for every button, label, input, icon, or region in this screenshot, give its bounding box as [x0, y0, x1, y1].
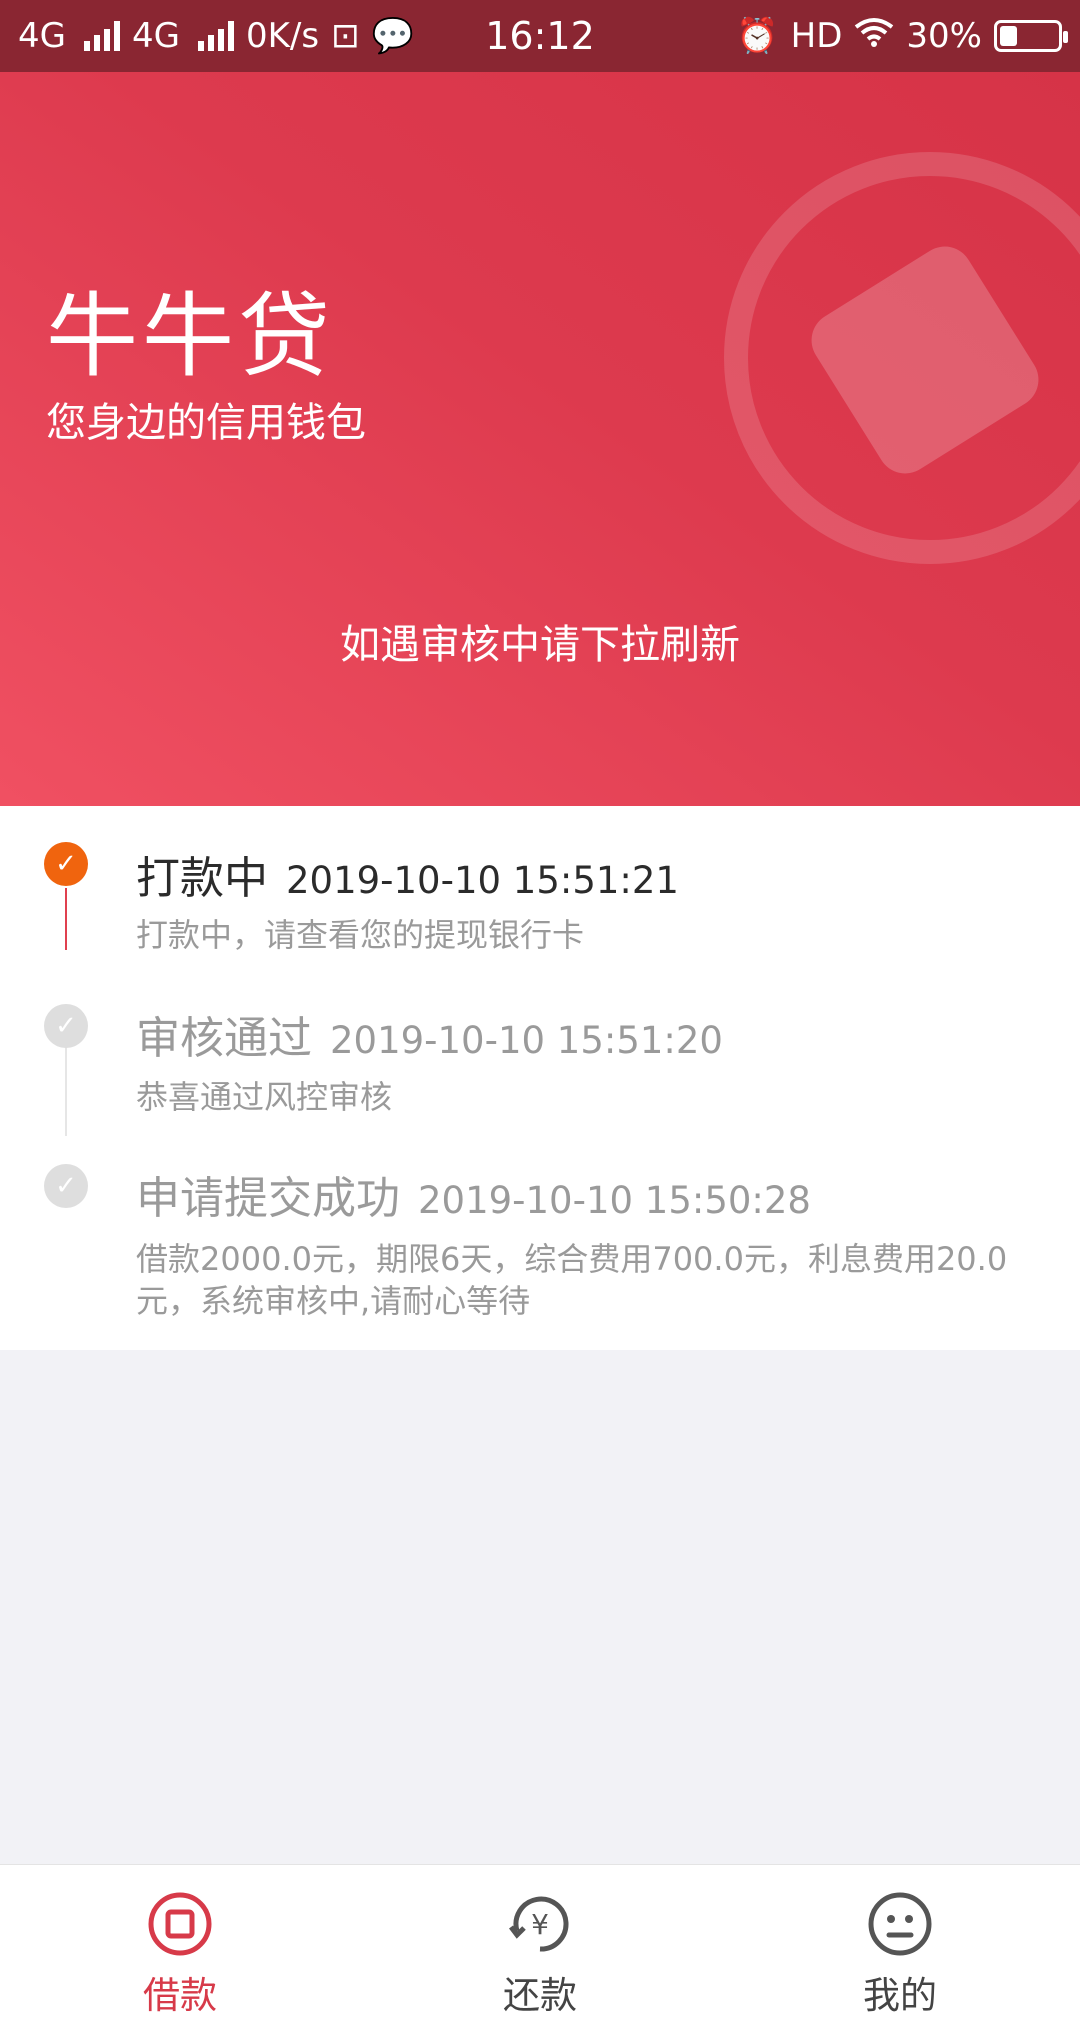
alarm-icon: ⏰: [736, 16, 779, 56]
loan-status-timeline: ✓ 打款中 2019-10-10 15:51:21 打款中，请查看您的提现银行卡…: [0, 806, 1080, 1350]
signal-icon: [83, 21, 120, 51]
profile-face-icon: [868, 1892, 932, 1956]
timeline-connector-active: [65, 888, 67, 950]
brand-title: 牛牛贷: [46, 283, 335, 390]
svg-text:¥: ¥: [531, 1908, 549, 1941]
bottom-nav: 借款 ¥ 还款 我的: [0, 1864, 1080, 2034]
step-desc: 借款2000.0元，期限6天，综合费用700.0元，利息费用20.0元，系统审核…: [136, 1240, 1008, 1320]
step-time: 2019-10-10 15:51:21: [286, 859, 679, 902]
step-time: 2019-10-10 15:51:20: [330, 1019, 723, 1062]
network-type-1: 4G: [18, 16, 66, 56]
nav-item-loan[interactable]: 借款: [0, 1865, 360, 2034]
nav-item-repay[interactable]: ¥ 还款: [360, 1865, 720, 2034]
repay-yen-icon: ¥: [509, 1896, 569, 1952]
status-bar: 4G 4G 0K/s ⊡ 💬 16:12 ⏰ HD 30%: [0, 0, 1080, 72]
loan-icon: [148, 1892, 212, 1956]
signal-icon-2: [197, 21, 234, 51]
step-desc: 恭喜通过风控审核: [136, 1078, 393, 1116]
status-left: 4G 4G 0K/s ⊡ 💬: [18, 16, 414, 56]
nav-label-mine: 我的: [863, 1974, 937, 2017]
step-desc: 打款中，请查看您的提现银行卡: [136, 916, 585, 954]
step-title: 申请提交成功: [136, 1173, 400, 1224]
step-title: 打款中: [136, 853, 268, 904]
network-speed: 0K/s: [245, 16, 320, 56]
battery-fill: [1000, 26, 1017, 46]
check-icon: ✓: [44, 1004, 88, 1048]
nav-item-mine[interactable]: 我的: [720, 1865, 1080, 2034]
nav-label-repay: 还款: [503, 1974, 577, 2017]
check-icon: ✓: [44, 1164, 88, 1208]
timeline-step-2: 审核通过 2019-10-10 15:51:20: [136, 1002, 723, 1066]
hero-banner: 牛牛贷 您身边的信用钱包 如遇审核中请下拉刷新: [0, 72, 1080, 806]
check-icon: ✓: [44, 842, 88, 886]
timeline-step-1: 打款中 2019-10-10 15:51:21: [136, 842, 679, 906]
status-right: ⏰ HD 30%: [736, 16, 1068, 56]
battery-icon: [994, 20, 1068, 52]
nav-label-loan: 借款: [143, 1974, 217, 2017]
battery-percent: 30%: [906, 16, 982, 56]
step-time: 2019-10-10 15:50:28: [418, 1179, 811, 1222]
timeline-step-3: 申请提交成功 2019-10-10 15:50:28: [136, 1162, 811, 1226]
refresh-tip: 如遇审核中请下拉刷新: [340, 622, 740, 668]
hd-indicator: HD: [790, 16, 843, 56]
message-icon: 💬: [371, 16, 414, 56]
brand-subtitle: 您身边的信用钱包: [46, 400, 366, 446]
wifi-icon: [854, 16, 894, 56]
network-type-2: 4G: [131, 16, 180, 56]
notification-icon: ⊡: [331, 16, 360, 56]
step-title: 审核通过: [136, 1013, 312, 1064]
